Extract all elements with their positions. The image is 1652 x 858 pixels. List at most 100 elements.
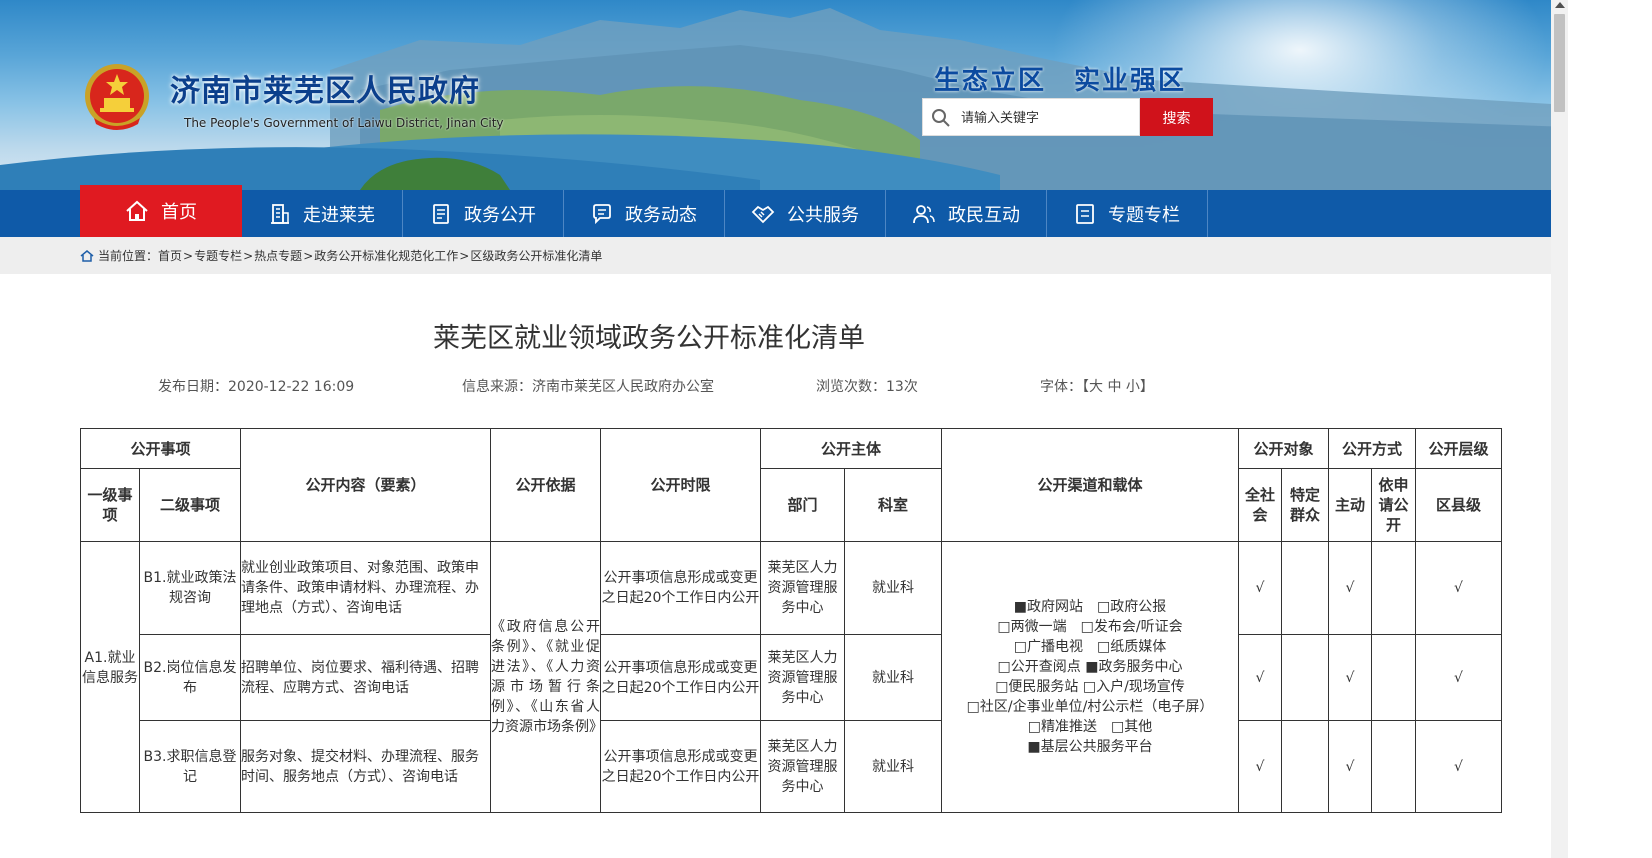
search-icon (932, 109, 950, 127)
nav-label: 政务公开 (464, 204, 536, 226)
header-basis: 公开依据 (490, 428, 601, 542)
document-icon (433, 203, 449, 224)
header-target-specific: 特定群众 (1281, 468, 1329, 542)
header-subject: 公开主体 (760, 428, 942, 469)
cell-method-apply (1371, 634, 1416, 721)
cell-level-county: √ (1415, 634, 1502, 721)
search-box (922, 98, 1140, 136)
breadcrumb-separator: > (183, 248, 194, 263)
cell-dept: 莱芜区人力资源管理服务中心 (760, 541, 845, 635)
channel-line: ■政府网站 □政府公报 (1013, 599, 1167, 615)
site-subtitle: The People's Government of Laiwu Distric… (184, 116, 504, 130)
breadcrumb-separator: > (243, 248, 254, 263)
nav-label: 政民互动 (948, 204, 1020, 226)
channel-line: □公开查阅点 ■政务服务中心 (997, 659, 1183, 675)
cell-content: 就业创业政策项目、对象范围、政策申请条件、政策申请材料、办理流程、办理地点（方式… (240, 541, 491, 635)
breadcrumb-separator: > (303, 248, 314, 263)
cell-office: 就业科 (844, 720, 942, 813)
cell-dept: 莱芜区人力资源管理服务中心 (760, 720, 845, 813)
channel-line: □社区/企事业单位/村公示栏（电子屏） (966, 699, 1214, 715)
breadcrumb-link-hot-topics[interactable]: 热点专题 (254, 247, 302, 264)
nav-item-public-service[interactable]: 公共服务 (725, 190, 886, 237)
site-title: 济南市莱芜区人民政府 (170, 74, 480, 109)
header-method-apply: 依申请公开 (1371, 468, 1416, 542)
cell-time-limit: 公开事项信息形成或变更之日起20个工作日内公开 (600, 720, 761, 813)
breadcrumb-bar: 当前位置： 首页 > 专题专栏 > 热点专题 > 政务公开标准化规范化工作 > … (0, 237, 1652, 274)
chat-icon (593, 203, 611, 224)
header-target-all: 全社会 (1238, 468, 1282, 542)
home-icon (80, 249, 94, 262)
cell-content: 服务对象、提交材料、办理流程、服务时间、服务地点（方式）、咨询电话 (240, 720, 491, 813)
header-office: 科室 (844, 468, 942, 542)
cell-target-all: √ (1238, 720, 1282, 813)
nav-item-home[interactable]: 首页 (80, 185, 242, 237)
search-button[interactable]: 搜索 (1140, 98, 1213, 136)
table-row: A1.就业信息服务 B1.就业政策法规咨询 就业创业政策项目、对象范围、政策申请… (80, 541, 1502, 813)
cell-dept: 莱芜区人力资源管理服务中心 (760, 634, 845, 721)
nav-label: 公共服务 (787, 204, 859, 226)
font-size-switch[interactable]: 字体：【大 中 小】 (1040, 376, 1154, 396)
slogan: 生态立区 实业强区 (934, 66, 1187, 96)
header-time-limit: 公开时限 (600, 428, 761, 542)
header-method-active: 主动 (1328, 468, 1372, 542)
nav-item-interaction[interactable]: 政民互动 (886, 190, 1047, 237)
cell-office: 就业科 (844, 541, 942, 635)
nav-item-special-topics[interactable]: 专题专栏 (1047, 190, 1208, 237)
breadcrumb-link-district-list[interactable]: 区级政务公开标准化清单 (470, 247, 602, 264)
header-level1: 一级事项 (80, 468, 140, 542)
view-count: 浏览次数：13次 (816, 379, 918, 395)
table-row: B3.求职信息登记 服务对象、提交材料、办理流程、服务时间、服务地点（方式）、咨… (81, 720, 1502, 813)
cell-target-all: √ (1238, 541, 1282, 635)
header-level2: 二级事项 (139, 468, 241, 542)
breadcrumb-separator: > (459, 248, 470, 263)
table-row: B2.岗位信息发布 招聘单位、岗位要求、福利待遇、招聘流程、应聘方式、咨询电话 … (81, 634, 1502, 721)
header-target: 公开对象 (1238, 428, 1329, 469)
scroll-up-arrow-icon[interactable] (1555, 2, 1565, 8)
window-margin (1568, 0, 1652, 858)
nav-item-gov-news[interactable]: 政务动态 (564, 190, 725, 237)
header-channel: 公开渠道和载体 (941, 428, 1239, 542)
cell-method-active: √ (1328, 720, 1372, 813)
breadcrumb-link-standardization[interactable]: 政务公开标准化规范化工作 (314, 247, 458, 264)
disclosure-table: 公开事项 公开内容（要素） 公开依据 公开时限 公开主体 公开渠道和载体 公开对… (80, 428, 1502, 813)
breadcrumb-link-special-topics[interactable]: 专题专栏 (194, 247, 242, 264)
nav-label: 政务动态 (625, 204, 697, 226)
cell-level2: B2.岗位信息发布 (139, 634, 241, 721)
home-icon (126, 200, 148, 221)
breadcrumb-link-home[interactable]: 首页 (158, 247, 182, 264)
header-dept: 部门 (760, 468, 845, 542)
main-nav: 首页 走进莱芜 政务公开 政务动态 公共服务 政民互动 专题专栏 (0, 185, 1652, 237)
cell-level-county: √ (1415, 541, 1502, 635)
cell-content: 招聘单位、岗位要求、福利待遇、招聘流程、应聘方式、咨询电话 (240, 634, 491, 721)
cell-time-limit: 公开事项信息形成或变更之日起20个工作日内公开 (600, 541, 761, 635)
cell-method-apply (1371, 541, 1416, 635)
list-icon (1076, 203, 1094, 224)
nav-label: 首页 (161, 202, 197, 223)
cell-level-county: √ (1415, 720, 1502, 813)
header-content: 公开内容（要素） (240, 428, 491, 542)
cell-target-all: √ (1238, 634, 1282, 721)
header-banner: 济南市莱芜区人民政府 The People's Government of La… (0, 0, 1652, 190)
cell-office: 就业科 (844, 634, 942, 721)
cell-target-specific (1281, 541, 1329, 635)
channel-line: □两微一端 □发布会/听证会 (997, 619, 1183, 635)
info-source: 信息来源：济南市莱芜区人民政府办公室 (462, 379, 714, 395)
scrollbar-thumb[interactable] (1554, 14, 1565, 112)
channel-line: □便民服务站 □入户/现场宣传 (995, 679, 1185, 695)
scrollbar-track[interactable] (1551, 0, 1568, 858)
cell-time-limit: 公开事项信息形成或变更之日起20个工作日内公开 (600, 634, 761, 721)
cell-level1: A1.就业信息服务 (80, 541, 140, 813)
building-icon (271, 203, 289, 224)
cell-level2: B3.求职信息登记 (139, 720, 241, 813)
cell-method-apply (1371, 720, 1416, 813)
nav-label: 走进莱芜 (303, 204, 375, 226)
cell-method-active: √ (1328, 634, 1372, 721)
cell-target-specific (1281, 720, 1329, 813)
cell-basis: 《政府信息公开条例》、《就业促进法》、《人力资源市场暂行条例》、《山东省人力资源… (490, 541, 603, 813)
cell-target-specific (1281, 634, 1329, 721)
search-input[interactable] (959, 105, 1133, 131)
handshake-icon (751, 205, 775, 223)
nav-label: 专题专栏 (1108, 204, 1180, 226)
nav-item-about-laiwu[interactable]: 走进莱芜 (242, 190, 403, 237)
nav-item-gov-affairs-open[interactable]: 政务公开 (403, 190, 564, 237)
